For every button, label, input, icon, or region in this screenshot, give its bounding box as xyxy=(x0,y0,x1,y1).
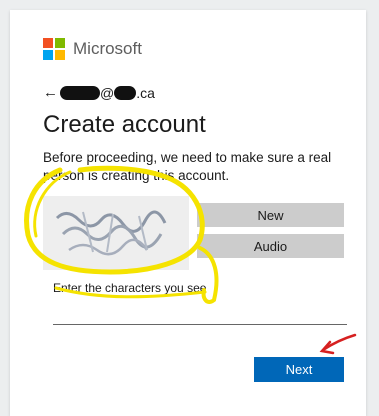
identity-row: ← @ .ca xyxy=(43,84,155,101)
logo-square-yellow xyxy=(55,50,65,60)
new-captcha-button[interactable]: New xyxy=(197,203,344,227)
redacted-email-part xyxy=(60,85,100,100)
captcha-image xyxy=(43,196,189,270)
captcha-glyphs xyxy=(55,210,167,256)
description-text: Before proceeding, we need to make sure … xyxy=(43,150,332,183)
audio-captcha-button[interactable]: Audio xyxy=(197,234,344,258)
microsoft-logo: Microsoft xyxy=(43,38,142,60)
microsoft-logo-icon xyxy=(43,38,65,60)
redacted-email-domain xyxy=(114,85,137,100)
brand-name: Microsoft xyxy=(73,39,142,58)
logo-square-green xyxy=(55,38,65,48)
email-suffix: .ca xyxy=(136,84,155,101)
page-title: Create account xyxy=(43,111,206,138)
captcha-input[interactable] xyxy=(53,300,347,325)
captcha-input-label: Enter the characters you see xyxy=(53,281,207,295)
logo-square-red xyxy=(43,38,53,48)
back-arrow-icon[interactable]: ← xyxy=(43,84,58,101)
logo-square-blue xyxy=(43,50,53,60)
next-button[interactable]: Next xyxy=(254,357,344,382)
email-at: @ xyxy=(100,84,115,101)
